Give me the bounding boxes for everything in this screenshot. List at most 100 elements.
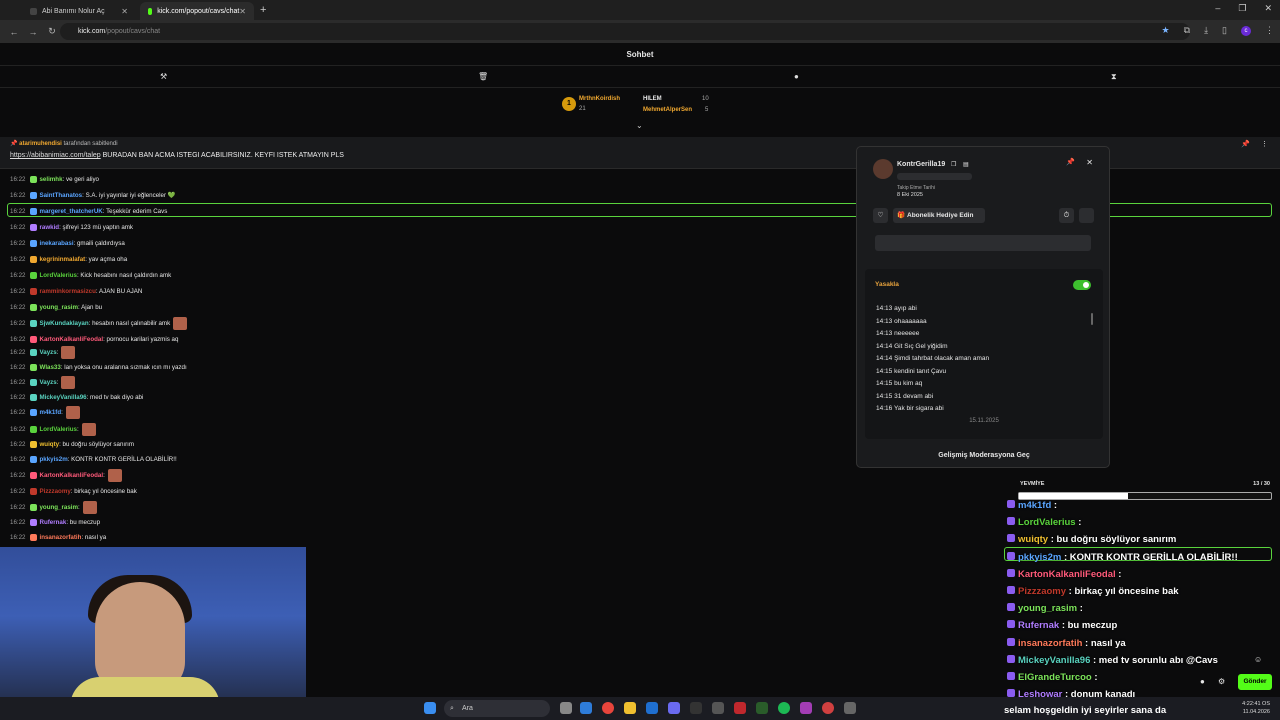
pinned-by-user[interactable]: atarimuhendisi [19,141,62,147]
pin-card-icon[interactable]: 📌 [1066,158,1075,166]
message-username[interactable]: selimhk [39,176,62,183]
app-icon[interactable] [734,702,746,714]
message-text: : hesabın nasıl çalınabilir amk [88,319,171,327]
url-host: kick.com [78,28,106,35]
app-icon[interactable] [712,702,724,714]
bookmark-star-icon[interactable]: ★ [1162,25,1170,36]
close-window-icon[interactable]: ✕ [1264,3,1272,14]
message-username[interactable]: wuiqty [39,441,59,448]
timer-icon[interactable]: ⧗ [1111,72,1117,82]
minimize-icon[interactable]: – [1215,3,1220,14]
app-icon[interactable] [756,702,768,714]
mod-hammer-icon[interactable]: ⚒ [160,72,167,81]
tab-abi-banimi[interactable]: Abi Banımı Nolur Aç ✕ [22,2,136,20]
message-username[interactable]: KartonKalkanliFeodal [39,472,103,479]
leader-name[interactable]: HILEM [643,96,662,102]
message-username[interactable]: MickeyVanilla96 [39,394,86,401]
copy-icon[interactable]: ❐ [951,161,956,168]
emoji-picker-icon[interactable]: ☺ [1254,655,1262,664]
leader-name[interactable]: MrthnKoirdish [579,96,620,102]
spotify-icon[interactable] [778,702,790,714]
message-username[interactable]: ramminkormasizcu [39,288,95,295]
trash-icon[interactable]: 🗑 [478,72,488,81]
streamer-face [95,582,185,692]
leader-count: 10 [702,96,709,102]
message-username[interactable]: inekarabasi [39,240,73,247]
url-field[interactable]: kick.com/popout/cavs/chat [60,23,1190,40]
message-username[interactable]: rawkid [39,224,59,231]
ban-toggle[interactable] [1073,280,1091,290]
message-username[interactable]: LordValerius [39,426,76,433]
profile-card-icon[interactable]: ▤ [963,161,969,168]
message-text: : [78,503,80,511]
settings-icon[interactable]: ⚙ [1218,677,1225,686]
emote-icon[interactable]: ● [1200,677,1205,686]
overlay-text: : KONTR KONTR GERİLLA OLABİLİR!! [1061,551,1238,563]
message-username[interactable]: young_rasim [39,504,78,511]
new-tab-icon[interactable]: + [260,4,266,16]
message-username[interactable]: SjwKundaklayan [39,320,88,327]
message-username[interactable]: LordValerius [39,272,76,279]
kick-favicon-icon [148,7,153,15]
forward-icon[interactable]: → [28,27,38,37]
log-time: 14:14 [876,342,893,350]
pinned-menu-icon[interactable]: ⋮ [1261,140,1268,148]
user-badge-icon [30,255,38,263]
log-scrollbar[interactable] [1091,313,1093,325]
chat-bubble-icon[interactable]: ● [794,72,799,81]
start-icon[interactable] [424,702,436,714]
close-icon[interactable]: ✕ [1086,158,1093,167]
app-icon[interactable] [800,702,812,714]
sidebar-icon[interactable]: ▯ [1222,25,1227,36]
app-icon[interactable] [668,702,680,714]
close-tab-icon[interactable]: ✕ [121,7,128,16]
message-username[interactable]: SaintThanatos [39,192,82,199]
profile-avatar-icon[interactable]: c [1241,25,1251,36]
app-icon[interactable] [580,702,592,714]
download-icon[interactable]: ⤓ [1204,25,1208,36]
reload-icon[interactable]: ↻ [47,26,57,37]
advanced-moderation-button[interactable]: Gelişmiş Moderasyona Geç [857,452,1111,459]
message-username[interactable]: m4k1fd [39,409,61,416]
extensions-icon[interactable]: ⧉ [1184,25,1190,36]
task-view-icon[interactable] [560,702,572,714]
timeout-button[interactable]: ⏱ [1059,208,1074,223]
gift-subscription-button[interactable]: 🎁 Abonelik Hediye Edin [893,208,985,223]
back-icon[interactable]: ← [9,27,19,37]
overlay-chat-line: MickeyVanilla96 : med tv sorunlu abı @Ca… [1007,654,1218,666]
user-badge-icon [30,335,38,343]
message-username[interactable]: Vayzs [39,349,56,356]
message-username[interactable]: young_rasim [39,304,78,311]
edge-icon[interactable] [646,702,658,714]
message-username[interactable]: Pizzzaomy [39,488,70,495]
message-username[interactable]: Vayzs [39,379,56,386]
maximize-icon[interactable]: ❐ [1238,3,1246,14]
follow-heart-button[interactable]: ♡ [873,208,888,223]
tab-kick-chat[interactable]: kick.com/popout/cavs/chat ✕ [140,2,254,20]
overlay-username: KartonKalkanliFeodal [1018,568,1116,580]
close-tab-icon[interactable]: ✕ [239,7,246,16]
send-button[interactable]: Gönder [1238,674,1272,690]
app-icon[interactable] [844,702,856,714]
overlay-text: : bu meczup [1059,620,1118,632]
message-username[interactable]: pkkyis2m [39,456,67,463]
leader-name[interactable]: MehmetAlperSen [643,107,692,113]
pinned-link[interactable]: https://abibanimiac.com/talep [10,152,101,159]
pinned-text: BURADAN BAN ACMA ISTEGI ACABILIRSINIZ. K… [100,152,344,159]
mod-note-input[interactable] [875,235,1091,251]
unpin-icon[interactable]: 📌 [1241,140,1250,148]
taskbar-clock[interactable]: 4:22:41 OS 11.04.2026 [1242,700,1270,716]
message-username[interactable]: insanazorfatih [39,534,81,541]
message-username[interactable]: kegrininmalafat [39,256,85,263]
chrome-icon[interactable] [602,702,614,714]
message-username[interactable]: KartonKalkanliFeodal [39,336,103,343]
taskbar-search[interactable]: ⌕ Ara [444,700,550,717]
app-icon[interactable] [690,702,702,714]
menu-icon[interactable]: ⋮ [1265,25,1274,36]
expand-chevron-icon[interactable]: ⌄ [636,121,643,130]
file-explorer-icon[interactable] [624,702,636,714]
message-username[interactable]: Wlas33 [39,364,60,371]
more-button[interactable] [1079,208,1094,223]
message-username[interactable]: Rufernak [39,519,66,526]
app-icon[interactable] [822,702,834,714]
